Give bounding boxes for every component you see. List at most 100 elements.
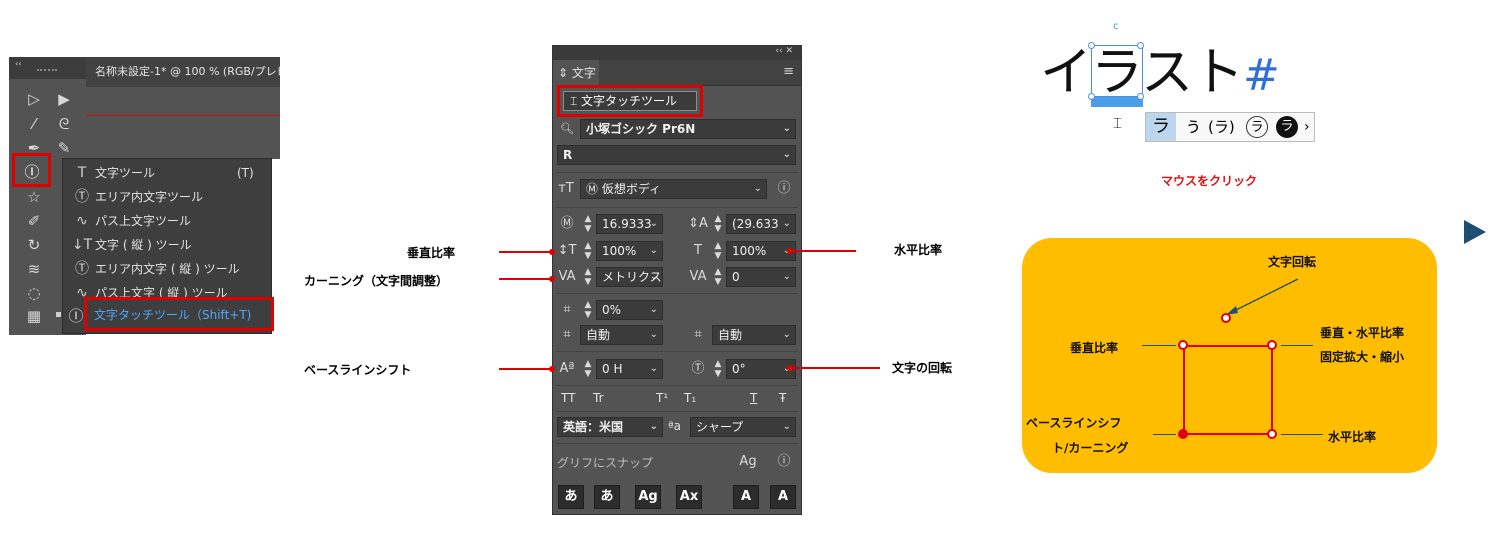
selection-handle[interactable]	[1137, 42, 1144, 49]
anti-alias-icon: ªa	[668, 419, 682, 433]
selection-icon[interactable]: ▷	[24, 89, 44, 109]
glyph-alternate[interactable]: ラ	[1246, 116, 1268, 138]
brush-icon[interactable]: ✐	[24, 211, 44, 231]
subscript-button[interactable]: T₁	[684, 391, 696, 405]
magic-wand-icon[interactable]: ⁄	[24, 114, 44, 134]
all-caps-button[interactable]: TT	[561, 391, 575, 405]
selection-handle[interactable]	[1088, 42, 1095, 49]
flyout-item-label: パス上文字ツール	[95, 214, 192, 228]
flyout-item-label: 文字ツール	[95, 166, 156, 180]
rotation-field[interactable]: 0° ⌄	[726, 359, 796, 379]
flyout-item-path-type[interactable]: ∿ パス上文字ツール	[63, 209, 263, 233]
kerning-stepper[interactable]: ▲ ▼	[583, 267, 593, 287]
font-size-field[interactable]: 16.9333 ⌄	[596, 214, 663, 234]
warp-icon[interactable]: ≋	[24, 259, 44, 279]
horizontal-scale-stepper[interactable]: ▲ ▼	[713, 241, 723, 261]
snap-angular-button[interactable]: A	[733, 485, 759, 509]
curvature-icon[interactable]: ✎	[54, 138, 74, 158]
type-icon: T	[77, 165, 87, 181]
panel-menu-icon[interactable]: ≡	[783, 64, 794, 79]
star-icon[interactable]: ☆	[24, 187, 44, 207]
annotation-rotation: 文字の回転	[892, 361, 953, 375]
grid-icon[interactable]: ▦	[24, 306, 44, 326]
snap-glyph-icon[interactable]: Ag	[738, 452, 758, 472]
baseline-shift-stepper[interactable]: ▲ ▼	[583, 359, 593, 379]
tracking-stepper[interactable]: ▲ ▼	[713, 267, 723, 287]
glyph-alternate[interactable]: ぅ	[1184, 116, 1202, 138]
character-selection-box[interactable]	[1091, 45, 1143, 97]
touch-type-button[interactable]: ⌶ 文字タッチツール	[563, 91, 697, 111]
flyout-item-vertical-area-type[interactable]: Ⓣ エリア内文字 ( 縦 ) ツール	[63, 257, 263, 281]
info-icon[interactable]: ⓘ	[774, 179, 794, 199]
annotation-line	[790, 250, 856, 252]
font-style-dropdown[interactable]: R ⌄	[557, 145, 796, 165]
flyout-item-vertical-type[interactable]: ↓T 文字 ( 縦 ) ツール	[63, 233, 263, 257]
rotation-handle[interactable]: c	[1113, 21, 1119, 32]
tsume-field[interactable]: 0% ⌄	[596, 300, 663, 320]
tab-character[interactable]: ⇕ 文字	[553, 60, 599, 86]
chevron-right-icon[interactable]: ›	[1304, 116, 1310, 138]
tracking-value: 0	[732, 270, 740, 284]
aki-left-dropdown[interactable]: 自動 ⌄	[580, 325, 663, 345]
horizontal-scale-value: 100%	[732, 244, 767, 258]
snap-anchor-button[interactable]: A	[770, 485, 796, 509]
flyout-item-type-tool[interactable]: T 文字ツール (T)	[63, 161, 263, 185]
click-instruction: マウスをクリック	[1161, 174, 1258, 188]
rotation-stepper[interactable]: ▲ ▼	[713, 359, 723, 379]
glyph-alternate[interactable]: ラ	[1276, 116, 1298, 138]
diagram-arrow	[1153, 434, 1176, 435]
selection-handle[interactable]	[1088, 93, 1095, 100]
aki-right-dropdown[interactable]: 自動 ⌄	[712, 325, 796, 345]
collapse-icon[interactable]: ‹‹	[15, 59, 21, 68]
superscript-button[interactable]: T¹	[656, 391, 668, 405]
horizontal-scale-field[interactable]: 100% ⌄	[726, 241, 796, 261]
vertical-area-type-icon: Ⓣ	[75, 261, 89, 277]
selection-handle[interactable]	[1137, 93, 1144, 100]
panel-header: ‹‹ ✕	[553, 46, 801, 60]
font-family-dropdown[interactable]: 小塚ゴシック Pr6N ⌄	[580, 119, 796, 139]
anti-alias-dropdown[interactable]: シャープ ⌄	[690, 417, 796, 437]
blob-icon[interactable]: ◌	[24, 283, 44, 303]
leading-stepper[interactable]: ▲ ▼	[713, 214, 723, 234]
flyout-item-touch-type[interactable]: 文字タッチツール（Shift+T)	[84, 297, 274, 331]
snap-baseline-button[interactable]: あ	[558, 485, 584, 509]
glyph-body-dropdown[interactable]: Ⓜ 仮想ボディ ⌄	[580, 179, 767, 199]
tracking-field[interactable]: 0 ⌄	[726, 267, 796, 287]
glyph-alternate[interactable]: ラ	[1146, 113, 1176, 141]
annotation-dot	[549, 276, 555, 282]
lasso-icon[interactable]: ᘓ	[54, 114, 74, 134]
kerning-field[interactable]: メトリクス ⌄	[596, 267, 663, 287]
glyph-alternate[interactable]: (ラ)	[1208, 116, 1235, 138]
snap-xheight-button[interactable]: あ	[594, 485, 620, 509]
flyout-item-label: 文字タッチツール（Shift+T)	[94, 308, 252, 322]
vertical-scale-field[interactable]: 100% ⌄	[596, 241, 663, 261]
language-dropdown[interactable]: 英語：米国 ⌄	[557, 417, 663, 437]
strikethrough-button[interactable]: Ŧ	[779, 391, 786, 405]
baseline-shift-value: 0 H	[602, 362, 623, 376]
snap-proximity-button[interactable]: Ax	[676, 485, 702, 509]
document-tab[interactable]: 名称未設定-1* @ 100 % (RGB/プレビ	[86, 57, 280, 87]
tsume-stepper[interactable]: ▲ ▼	[583, 300, 593, 320]
rotate-icon[interactable]: ↻	[24, 235, 44, 255]
snap-glyph-bounds-button[interactable]: Ag	[635, 485, 661, 509]
info-icon[interactable]: ⓘ	[774, 452, 794, 472]
leading-field[interactable]: (29.633 ⌄	[726, 214, 796, 234]
flyout-item-area-type[interactable]: Ⓣ エリア内文字ツール	[63, 185, 263, 209]
tab-label: 文字	[571, 66, 596, 80]
font-size-stepper[interactable]: ▲ ▼	[583, 214, 593, 234]
small-caps-button[interactable]: Tr	[593, 391, 604, 405]
tracking-icon: VA	[689, 269, 707, 284]
touch-type-button-label: 文字タッチツール	[581, 94, 678, 108]
divider	[556, 207, 798, 208]
vertical-scale-stepper[interactable]: ▲ ▼	[583, 241, 593, 261]
baseline-shift-field[interactable]: 0 H ⌄	[596, 359, 663, 379]
grip-icon[interactable]	[37, 69, 57, 71]
diagram-label-baseline-2: ト/カーニング	[1052, 441, 1129, 455]
search-icon[interactable]: 🔍︎	[557, 119, 577, 139]
tools-panel-header[interactable]: ‹‹	[9, 57, 86, 79]
direct-selection-icon[interactable]: ▶	[54, 89, 74, 109]
next-arrow-icon[interactable]	[1464, 220, 1486, 244]
chevron-down-icon: ⌄	[649, 329, 658, 340]
underline-button[interactable]: T	[750, 391, 757, 405]
panel-window-controls[interactable]: ‹‹ ✕	[775, 46, 793, 56]
